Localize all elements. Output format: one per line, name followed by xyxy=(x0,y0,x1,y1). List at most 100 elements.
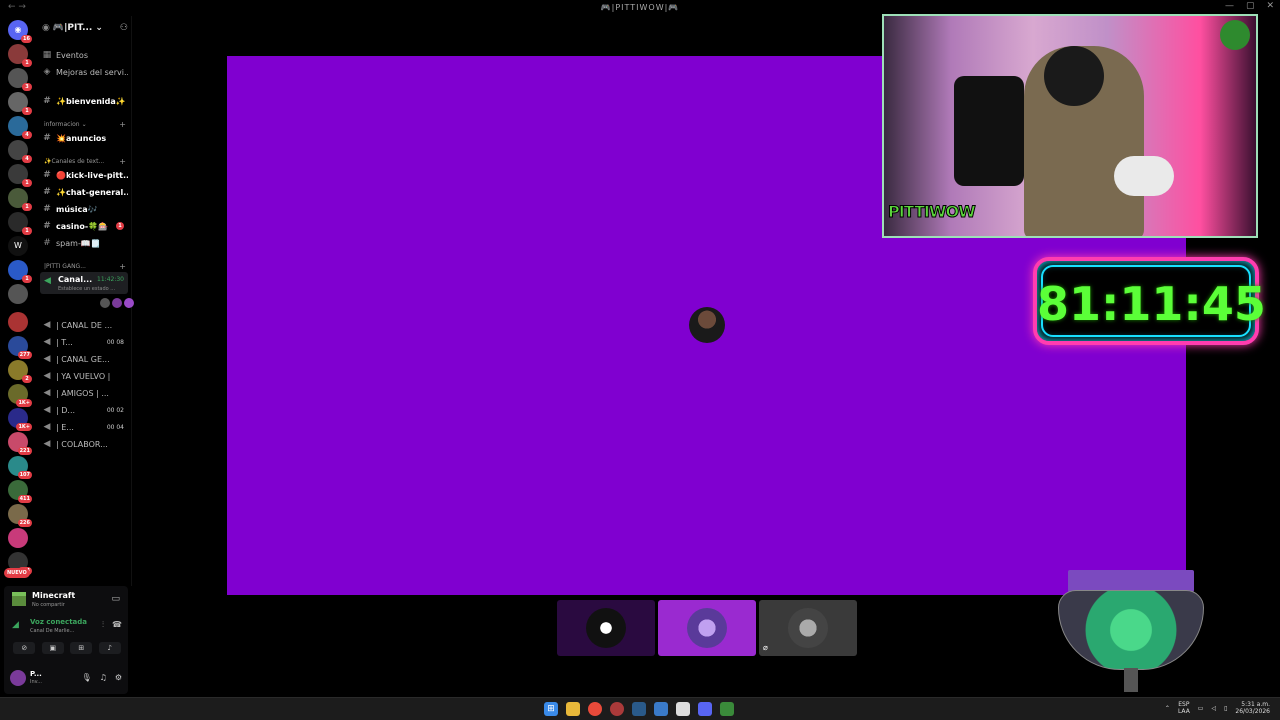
voice-channel[interactable]: ◀ | T... 00 08 xyxy=(42,335,128,349)
add-channel-icon[interactable]: + xyxy=(119,120,126,129)
soundboard-button[interactable]: ♪ xyxy=(98,642,121,654)
channel-casino[interactable]: # casino-🍀🎰 1 xyxy=(42,219,128,233)
avatar[interactable] xyxy=(112,298,122,308)
server-icon[interactable]: 1 xyxy=(8,188,32,211)
voice-channel[interactable]: ◀ | COLABOR... xyxy=(42,437,128,451)
camera-off-button[interactable]: ⊘ xyxy=(13,642,36,654)
activities-button[interactable]: ⊞ xyxy=(70,642,93,654)
language-code: ESP xyxy=(1178,701,1190,708)
voice-channel-sublabel[interactable]: Canal De Marlie... xyxy=(30,628,74,634)
server-icon[interactable]: 2 xyxy=(8,360,32,383)
app-icon[interactable] xyxy=(654,702,668,716)
start-icon[interactable]: ⊞ xyxy=(544,702,558,716)
volume-icon[interactable]: ◁ xyxy=(1211,705,1216,712)
speaker-icon: ◀ xyxy=(43,354,51,364)
chrome-icon[interactable] xyxy=(588,702,602,716)
channel-label: casino-🍀🎰 xyxy=(56,221,109,231)
channel-kick-live[interactable]: # 🔴kick-live-pitt... xyxy=(42,168,128,182)
leaf-logo-icon xyxy=(1220,20,1250,50)
discord-icon[interactable] xyxy=(698,702,712,716)
steam-icon[interactable] xyxy=(632,702,646,716)
share-screen-button[interactable]: ▣ xyxy=(41,642,64,654)
avatar[interactable] xyxy=(100,298,110,308)
voice-channel[interactable]: ◀ | YA VUELVO | xyxy=(42,369,128,383)
server-icon[interactable]: 4 xyxy=(8,116,32,139)
server-icon[interactable]: 1K+ xyxy=(8,408,32,431)
server-icon[interactable]: 3 xyxy=(8,68,32,91)
voice-channel[interactable]: ◀ | CANAL DE ... xyxy=(42,318,128,332)
activity-subtitle: No compartir xyxy=(32,602,65,608)
activity-status[interactable]: Minecraft No compartir ▭ xyxy=(10,590,124,610)
maximize-button[interactable]: ▢ xyxy=(1246,1,1255,11)
active-voice-channel[interactable]: ◀ Canal... 11:42:30 Establece un estado … xyxy=(40,272,128,294)
noise-suppression-icon[interactable]: ⫶ xyxy=(102,620,104,630)
server-icon[interactable]: 1 xyxy=(8,44,32,67)
close-button[interactable]: ✕ xyxy=(1266,1,1274,11)
channel-bienvenida[interactable]: # ✨bienvenida✨ xyxy=(42,94,128,108)
server-letter-icon[interactable]: W xyxy=(8,236,28,256)
screen-share-icon[interactable]: ▭ xyxy=(111,594,120,604)
server-icon[interactable]: 1 xyxy=(8,92,32,115)
signal-icon[interactable]: ◢ xyxy=(12,620,19,630)
server-icon[interactable] xyxy=(8,284,28,304)
chevron-up-icon[interactable]: ⌃ xyxy=(1165,705,1170,712)
document-icon[interactable] xyxy=(676,702,690,716)
server-icon[interactable]: 226 xyxy=(8,504,32,527)
channel-spam[interactable]: # spam-📖🗒️ xyxy=(42,236,128,250)
app-icon[interactable] xyxy=(610,702,624,716)
minecraft-icon[interactable] xyxy=(720,702,734,716)
server-header[interactable]: ◉ 🎮|PIT... ⌄ ⚇ xyxy=(42,20,128,36)
home-icon[interactable]: ◉ 16 xyxy=(8,20,32,43)
speaker-icon: ◀ xyxy=(43,388,51,398)
minimize-button[interactable]: — xyxy=(1225,1,1234,11)
avatar[interactable] xyxy=(124,298,134,308)
server-icon[interactable]: 411 xyxy=(8,480,32,503)
disconnect-icon[interactable]: ☎ xyxy=(112,620,122,630)
participant-tile[interactable] xyxy=(658,600,756,656)
clock-date: 26/03/2026 xyxy=(1235,708,1270,715)
file-explorer-icon[interactable] xyxy=(566,702,580,716)
voice-channel[interactable]: ◀ | D... 00 02 xyxy=(42,403,128,417)
voice-channel-label: | YA VUELVO | xyxy=(56,371,111,381)
channel-musica[interactable]: # música🎶 xyxy=(42,202,128,216)
gear-icon[interactable]: ⚙ xyxy=(115,673,122,682)
server-icon[interactable]: 1 xyxy=(8,212,32,235)
server-icon[interactable]: 4 xyxy=(8,140,32,163)
channel-chat-general[interactable]: # ✨chat-general... xyxy=(42,185,128,199)
channel-anuncios[interactable]: # 💥anuncios xyxy=(42,131,128,145)
user-info[interactable]: P... Inv... 🎙 ♫ ⚙ xyxy=(10,668,124,690)
server-icon[interactable]: 277 xyxy=(8,336,32,359)
server-icon[interactable] xyxy=(8,528,28,548)
server-icon[interactable]: 1 xyxy=(8,260,32,283)
voice-connected-label[interactable]: Voz conectada xyxy=(30,618,87,626)
clock[interactable]: 5:31 a.m. 26/03/2026 xyxy=(1235,701,1270,715)
speaker-icon: ◀ xyxy=(44,276,51,286)
participant-tile[interactable]: ⌀ xyxy=(759,600,857,656)
server-icon[interactable] xyxy=(8,312,28,332)
network-icon[interactable]: ▭ xyxy=(1198,705,1204,712)
language-indicator[interactable]: ESP LAA xyxy=(1178,701,1190,715)
voice-channel[interactable]: ◀ | AMIGOS | ... xyxy=(42,386,128,400)
voice-user-count: 00 04 xyxy=(106,423,124,431)
server-icon[interactable]: 107 xyxy=(8,456,32,479)
category-informacion[interactable]: informacion ⌄ + xyxy=(44,119,128,129)
server-icon[interactable]: 221 xyxy=(8,432,32,455)
boosts-item[interactable]: ◈ Mejoras del servi... xyxy=(42,65,128,79)
events-item[interactable]: ▦ Eventos xyxy=(42,48,128,62)
microphone-icon[interactable]: 🎙 xyxy=(82,673,92,682)
chair-shape xyxy=(954,76,1024,186)
voice-channel[interactable]: ◀ | CANAL GE... xyxy=(42,352,128,366)
server-icon[interactable]: 1 xyxy=(8,164,32,187)
minecraft-icon xyxy=(12,592,26,606)
add-channel-icon[interactable]: + xyxy=(119,262,126,271)
battery-icon[interactable]: ▯ xyxy=(1224,705,1227,712)
server-icon[interactable]: 1K+ xyxy=(8,384,32,407)
category-pitti-gang[interactable]: |PITTI GANG... + xyxy=(44,261,128,271)
category-canales-texto[interactable]: ✨Canales de text... + xyxy=(44,156,128,166)
voice-channel[interactable]: ◀ | E... 00 04 xyxy=(42,420,128,434)
headphones-icon[interactable]: ♫ xyxy=(100,673,107,682)
invite-people-icon[interactable]: ⚇ xyxy=(120,23,128,33)
add-channel-icon[interactable]: + xyxy=(119,157,126,166)
participant-tile[interactable] xyxy=(557,600,655,656)
focused-participant-avatar[interactable] xyxy=(689,307,725,343)
